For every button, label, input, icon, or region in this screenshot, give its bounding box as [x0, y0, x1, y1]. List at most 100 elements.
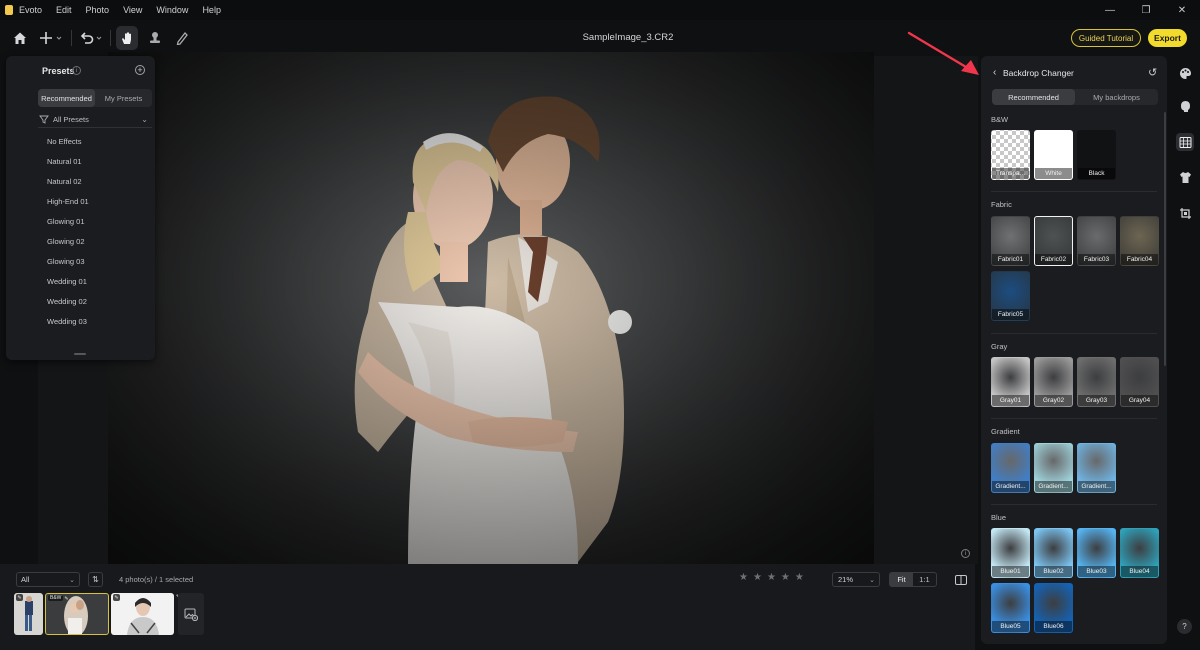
backdrop-swatch[interactable]: Fabric04: [1120, 216, 1159, 266]
one-to-one-button[interactable]: 1:1: [913, 573, 936, 586]
swatch-label: Black: [1078, 168, 1115, 179]
menu-evoto[interactable]: Evoto: [19, 5, 42, 15]
thumbnail-3[interactable]: ✎: [111, 593, 174, 635]
backdrop-swatch[interactable]: Fabric03: [1077, 216, 1116, 266]
swatch-label: Fabric03: [1078, 254, 1115, 265]
preset-item[interactable]: Natural 01: [47, 151, 89, 171]
backdrop-swatch-selected[interactable]: Fabric02: [1034, 216, 1073, 266]
star-icon[interactable]: ★: [739, 572, 748, 583]
star-icon[interactable]: ★: [767, 572, 776, 583]
tab-my-backdrops[interactable]: My backdrops: [1075, 89, 1158, 105]
backdrop-swatch[interactable]: Gray03: [1077, 357, 1116, 407]
presets-list: No Effects Natural 01 Natural 02 High-En…: [47, 131, 89, 331]
help-icon[interactable]: ?: [1177, 619, 1192, 634]
presets-filter-dropdown[interactable]: All Presets ⌄: [38, 112, 152, 126]
backdrop-swatch[interactable]: Blue04: [1120, 528, 1159, 578]
section-label-gradient: Gradient: [991, 427, 1020, 436]
swatch-label: Fabric05: [992, 309, 1029, 320]
zoom-dropdown[interactable]: 21% ⌄: [832, 572, 880, 587]
backdrop-swatch[interactable]: Gradient...: [1077, 443, 1116, 493]
swatch-label: Transpa...: [992, 168, 1029, 179]
backdrop-icon[interactable]: [1176, 133, 1194, 151]
swatch-label: Blue05: [992, 621, 1029, 632]
backdrop-swatch[interactable]: Gray04: [1120, 357, 1159, 407]
divider: [38, 127, 152, 128]
backdrop-swatch[interactable]: White: [1034, 130, 1073, 180]
star-icon[interactable]: ★: [753, 572, 762, 583]
preset-item[interactable]: Wedding 03: [47, 311, 89, 331]
compare-icon[interactable]: [953, 572, 968, 587]
info-icon[interactable]: i: [961, 549, 970, 558]
restore-icon[interactable]: ❐: [1128, 0, 1164, 20]
chevron-down-icon: ⌄: [141, 114, 148, 124]
preset-item[interactable]: Wedding 02: [47, 291, 89, 311]
menu-edit[interactable]: Edit: [56, 5, 72, 15]
star-rating[interactable]: ★ ★ ★ ★ ★: [739, 572, 809, 583]
reset-icon[interactable]: ↺: [1148, 66, 1157, 79]
preset-item[interactable]: Natural 02: [47, 171, 89, 191]
face-retouch-icon[interactable]: [1176, 97, 1194, 115]
zoom-value: 21%: [838, 575, 854, 584]
backdrop-swatch[interactable]: Gray01: [991, 357, 1030, 407]
tab-recommended[interactable]: Recommended: [38, 89, 95, 107]
backdrop-tag: B&W: [48, 595, 64, 601]
menu-view[interactable]: View: [123, 5, 142, 15]
sort-icon[interactable]: ⇅: [88, 572, 103, 587]
toolbar: SampleImage_3.CR2 Guided Tutorial Export: [0, 20, 1200, 56]
guided-tutorial-button[interactable]: Guided Tutorial: [1071, 29, 1141, 47]
thumbnail-2-selected[interactable]: B&W ✎: [45, 593, 109, 635]
image-canvas[interactable]: i: [38, 52, 978, 564]
preset-item[interactable]: Glowing 02: [47, 231, 89, 251]
backdrop-swatch[interactable]: Black: [1077, 130, 1116, 180]
swatch-label: Gray01: [992, 395, 1029, 406]
thumbnail-1[interactable]: ✎: [14, 593, 43, 635]
clothing-icon[interactable]: [1176, 168, 1194, 186]
photo-count: 4 photo(s) / 1 selected: [119, 575, 194, 584]
crop-frame-icon[interactable]: [1176, 204, 1194, 222]
back-chevron-icon[interactable]: ‹: [993, 67, 996, 78]
swatch-label: Gradient...: [1035, 481, 1072, 492]
backdrop-swatch[interactable]: Fabric01: [991, 216, 1030, 266]
backdrop-swatch[interactable]: Transpa...: [991, 130, 1030, 180]
wedding-couple-photo[interactable]: [108, 52, 874, 564]
swatch-label: Blue06: [1035, 621, 1072, 632]
menu-help[interactable]: Help: [202, 5, 221, 15]
preset-item[interactable]: Glowing 01: [47, 211, 89, 231]
info-icon[interactable]: i: [72, 66, 81, 75]
menu-photo[interactable]: Photo: [86, 5, 110, 15]
backdrop-swatch[interactable]: Blue05: [991, 583, 1030, 633]
palette-icon[interactable]: [1176, 64, 1194, 82]
preset-item[interactable]: No Effects: [47, 131, 89, 151]
backdrop-swatch[interactable]: Blue01: [991, 528, 1030, 578]
swatch-label: Blue02: [1035, 566, 1072, 577]
backdrop-swatch[interactable]: Gray02: [1034, 357, 1073, 407]
panel-resize-handle[interactable]: [74, 353, 86, 355]
preset-item[interactable]: High-End 01: [47, 191, 89, 211]
menu-window[interactable]: Window: [156, 5, 188, 15]
divider: [991, 418, 1157, 419]
add-preset-icon[interactable]: +: [135, 65, 145, 75]
tab-my-presets[interactable]: My Presets: [95, 89, 152, 107]
fit-button[interactable]: Fit: [890, 573, 913, 586]
close-icon[interactable]: ✕: [1164, 0, 1200, 20]
star-icon[interactable]: ★: [795, 572, 804, 583]
backdrop-swatch[interactable]: Blue06: [1034, 583, 1073, 633]
minimize-icon[interactable]: —: [1092, 0, 1128, 20]
tab-recommended[interactable]: Recommended: [992, 89, 1075, 105]
export-button[interactable]: Export: [1148, 29, 1187, 47]
star-icon[interactable]: ★: [781, 572, 790, 583]
backdrop-swatch[interactable]: Blue03: [1077, 528, 1116, 578]
photo-filter-dropdown[interactable]: All ⌄: [16, 572, 80, 587]
backdrop-swatch[interactable]: Gradient...: [1034, 443, 1073, 493]
annotation-arrow-icon: [907, 31, 979, 75]
section-label-fabric: Fabric: [991, 200, 1012, 209]
divider: [991, 191, 1157, 192]
preset-item[interactable]: Wedding 01: [47, 271, 89, 291]
preset-item[interactable]: Glowing 03: [47, 251, 89, 271]
add-photo-button[interactable]: [178, 593, 204, 635]
backdrop-swatch[interactable]: Blue02: [1034, 528, 1073, 578]
scrollbar[interactable]: [1164, 112, 1166, 366]
backdrop-swatch[interactable]: Fabric05: [991, 271, 1030, 321]
backdrop-swatch[interactable]: Gradient...: [991, 443, 1030, 493]
swatch-label: Gray02: [1035, 395, 1072, 406]
